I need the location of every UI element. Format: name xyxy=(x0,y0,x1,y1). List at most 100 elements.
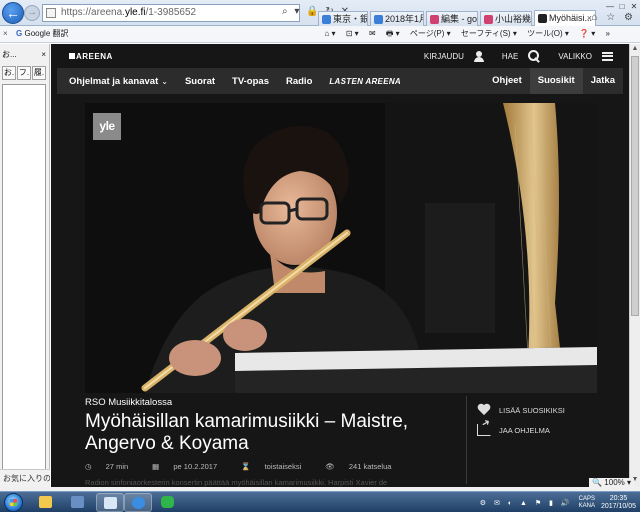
more-commands-button[interactable]: » xyxy=(606,29,610,38)
program-title: Myöhäisillan kamarimusiikki – Maistre, A… xyxy=(85,411,409,454)
scroll-up-icon[interactable]: ▲ xyxy=(630,45,640,55)
clock-date: 2017/10/05 xyxy=(600,502,636,510)
page-menu-button[interactable]: ページ(P) ▾ xyxy=(410,29,451,38)
google-translate-button[interactable]: G Google 翻訳 xyxy=(16,26,69,42)
view-count: 👁 241 katselua xyxy=(325,462,403,471)
address-input[interactable]: https://areena.yle.fi/1-3985652 xyxy=(42,4,300,22)
areena-header: AREENA KIRJAUDU HAE VALIKKO xyxy=(57,44,623,68)
home-favorites-tools-icons[interactable]: ⌂ ☆ ⚙ xyxy=(591,12,636,23)
start-button[interactable] xyxy=(4,493,23,512)
user-icon[interactable] xyxy=(473,50,484,62)
nav-radio[interactable]: Radio xyxy=(286,76,312,87)
mail-button[interactable]: ✉ xyxy=(369,29,376,38)
taskbar-explorer[interactable] xyxy=(32,493,60,512)
minimize-button[interactable]: — xyxy=(604,2,616,12)
hamburger-menu-icon[interactable] xyxy=(602,51,613,61)
page-scrollbar[interactable]: ▲ ▼ xyxy=(629,44,640,487)
tab-koyama[interactable]: 小山裕幾さ xyxy=(480,11,532,26)
areena-logo[interactable]: AREENA xyxy=(69,52,113,61)
feeds-menu-button[interactable]: ⊡ ▾ xyxy=(346,29,359,38)
calendar-icon: ▦ xyxy=(152,462,160,471)
ime-caps: CAPS xyxy=(578,495,595,502)
taskbar-internet-explorer[interactable] xyxy=(124,493,152,512)
search-label[interactable]: HAE xyxy=(502,52,518,61)
side-panel-title: お... xyxy=(2,50,17,59)
window-controls: — □ ✕ xyxy=(604,0,640,12)
scroll-thumb[interactable] xyxy=(631,56,639,316)
clock[interactable]: 20:35 2017/10/05 xyxy=(601,495,636,511)
nav-continue[interactable]: Jatka xyxy=(583,68,623,94)
nav-right: Ohjeet Suosikit Jatka xyxy=(484,68,623,94)
search-icon[interactable] xyxy=(528,50,540,62)
taskbar-media[interactable] xyxy=(64,493,92,512)
close-window-button[interactable]: ✕ xyxy=(628,2,640,12)
menu-label[interactable]: VALIKKO xyxy=(558,52,592,61)
line-icon xyxy=(161,496,174,508)
favorites-list[interactable] xyxy=(2,84,46,482)
taskbar-app-3[interactable] xyxy=(96,493,124,512)
video-player[interactable]: yle xyxy=(85,103,597,393)
tab-goo-edit[interactable]: 編集 - goo xyxy=(426,11,478,26)
main-navigation: Ohjelmat ja kanavat ⌄ Suorat TV-opas Radi… xyxy=(57,68,623,94)
yle-square-icon xyxy=(69,53,75,59)
logo-text: AREENA xyxy=(76,52,113,61)
program-meta: ◷ 27 min ▦ pe 10.2.2017 ⌛ toistaiseksi 👁… xyxy=(85,462,465,471)
login-label[interactable]: KIRJAUDU xyxy=(424,52,464,61)
availability-value: toistaiseksi xyxy=(264,462,302,471)
chevron-down-icon: ⌄ xyxy=(161,76,168,86)
nav-programs-channels[interactable]: Ohjelmat ja kanavat ⌄ xyxy=(69,76,168,87)
system-tray: ⚙ ✉ ◐ ▲ ⚑ ▮ 🔊 CAPS KANA 20:35 2017/10/05 xyxy=(480,493,636,512)
duration: ◷ 27 min xyxy=(85,462,140,471)
tab-label: 編集 - goo xyxy=(441,14,478,24)
google-translate-label: Google 翻訳 xyxy=(24,29,69,38)
tab-favicon-icon xyxy=(538,14,547,23)
page-icon xyxy=(46,8,56,18)
url-prefix: https://areena. xyxy=(61,7,125,18)
home-menu-button[interactable]: ⌂ ▾ xyxy=(324,29,335,38)
url-domain: yle.fi xyxy=(124,7,146,18)
tools-menu-button[interactable]: ツール(O) ▾ xyxy=(527,29,569,38)
print-menu-button[interactable]: 🖶 ▾ xyxy=(386,29,400,38)
tab-label: 小山裕幾さ xyxy=(495,14,532,24)
side-panel-tabs: お. フ. 履. xyxy=(2,66,46,80)
ime-indicator[interactable]: CAPS KANA xyxy=(579,496,595,510)
maximize-button[interactable]: □ xyxy=(616,2,628,12)
nav-tv-guide[interactable]: TV-opas xyxy=(232,76,269,87)
nav-help[interactable]: Ohjeet xyxy=(484,68,530,94)
tab-tokyo-ginza[interactable]: 東京・銀座 xyxy=(318,11,368,26)
close-toolbar-icon[interactable]: × xyxy=(3,26,8,42)
browser-toolbar: ← → https://areena.yle.fi/1-3985652 ⌕ ▾ … xyxy=(0,0,640,26)
feeds-tab[interactable]: フ. xyxy=(17,66,31,80)
zoom-level[interactable]: 🔍 100% ▾ xyxy=(589,478,634,487)
clock-time: 20:35 xyxy=(609,494,628,502)
series-name[interactable]: RSO Musiikkitalossa xyxy=(85,397,465,408)
nav-kids-areena[interactable]: LASTEN AREENA xyxy=(329,77,401,86)
tab-myohaisillan[interactable]: Myöhäisi... × xyxy=(534,10,596,26)
tab-2018[interactable]: 2018年1月 xyxy=(370,11,424,26)
help-menu-button[interactable]: ❓ ▾ xyxy=(579,29,595,38)
nav-live[interactable]: Suorat xyxy=(185,76,215,87)
internet-explorer-icon xyxy=(132,497,145,509)
side-panel-header: お... × xyxy=(2,48,48,62)
manage-favorites-link[interactable]: お気に入りの管理... xyxy=(0,469,50,487)
availability: ⌛ toistaiseksi xyxy=(241,462,313,471)
nav-favorites[interactable]: Suosikit xyxy=(529,68,583,94)
history-tab[interactable]: 履. xyxy=(32,66,46,80)
favorites-tab[interactable]: お. xyxy=(2,66,16,80)
windows-taskbar: ⚙ ✉ ◐ ▲ ⚑ ▮ 🔊 CAPS KANA 20:35 2017/10/05 xyxy=(0,491,640,512)
eye-icon: 👁 xyxy=(325,462,335,471)
side-panel-close-icon[interactable]: × xyxy=(41,48,46,62)
ime-kana: KANA xyxy=(578,502,595,509)
nav-label: Ohjelmat ja kanavat xyxy=(69,75,159,87)
tray-icons[interactable]: ⚙ ✉ ◐ ▲ ⚑ ▮ 🔊 xyxy=(480,499,573,507)
safety-menu-button[interactable]: セーフティ(S) ▾ xyxy=(461,29,517,38)
program-actions: LISÄÄ SUOSIKIKSI JAA OHJELMA xyxy=(477,402,565,442)
back-button[interactable]: ← xyxy=(2,2,24,24)
add-favorite-button[interactable]: LISÄÄ SUOSIKIKSI xyxy=(477,402,565,418)
taskbar-line[interactable] xyxy=(154,493,182,512)
window-icon xyxy=(104,497,117,509)
share-program-button[interactable]: JAA OHJELMA xyxy=(477,422,565,438)
forward-button[interactable]: → xyxy=(24,5,40,21)
header-actions: KIRJAUDU HAE VALIKKO xyxy=(414,46,613,66)
command-bar: × G Google 翻訳 ⌂ ▾ ⊡ ▾ ✉ 🖶 ▾ ページ(P) ▾ セーフ… xyxy=(0,26,640,43)
